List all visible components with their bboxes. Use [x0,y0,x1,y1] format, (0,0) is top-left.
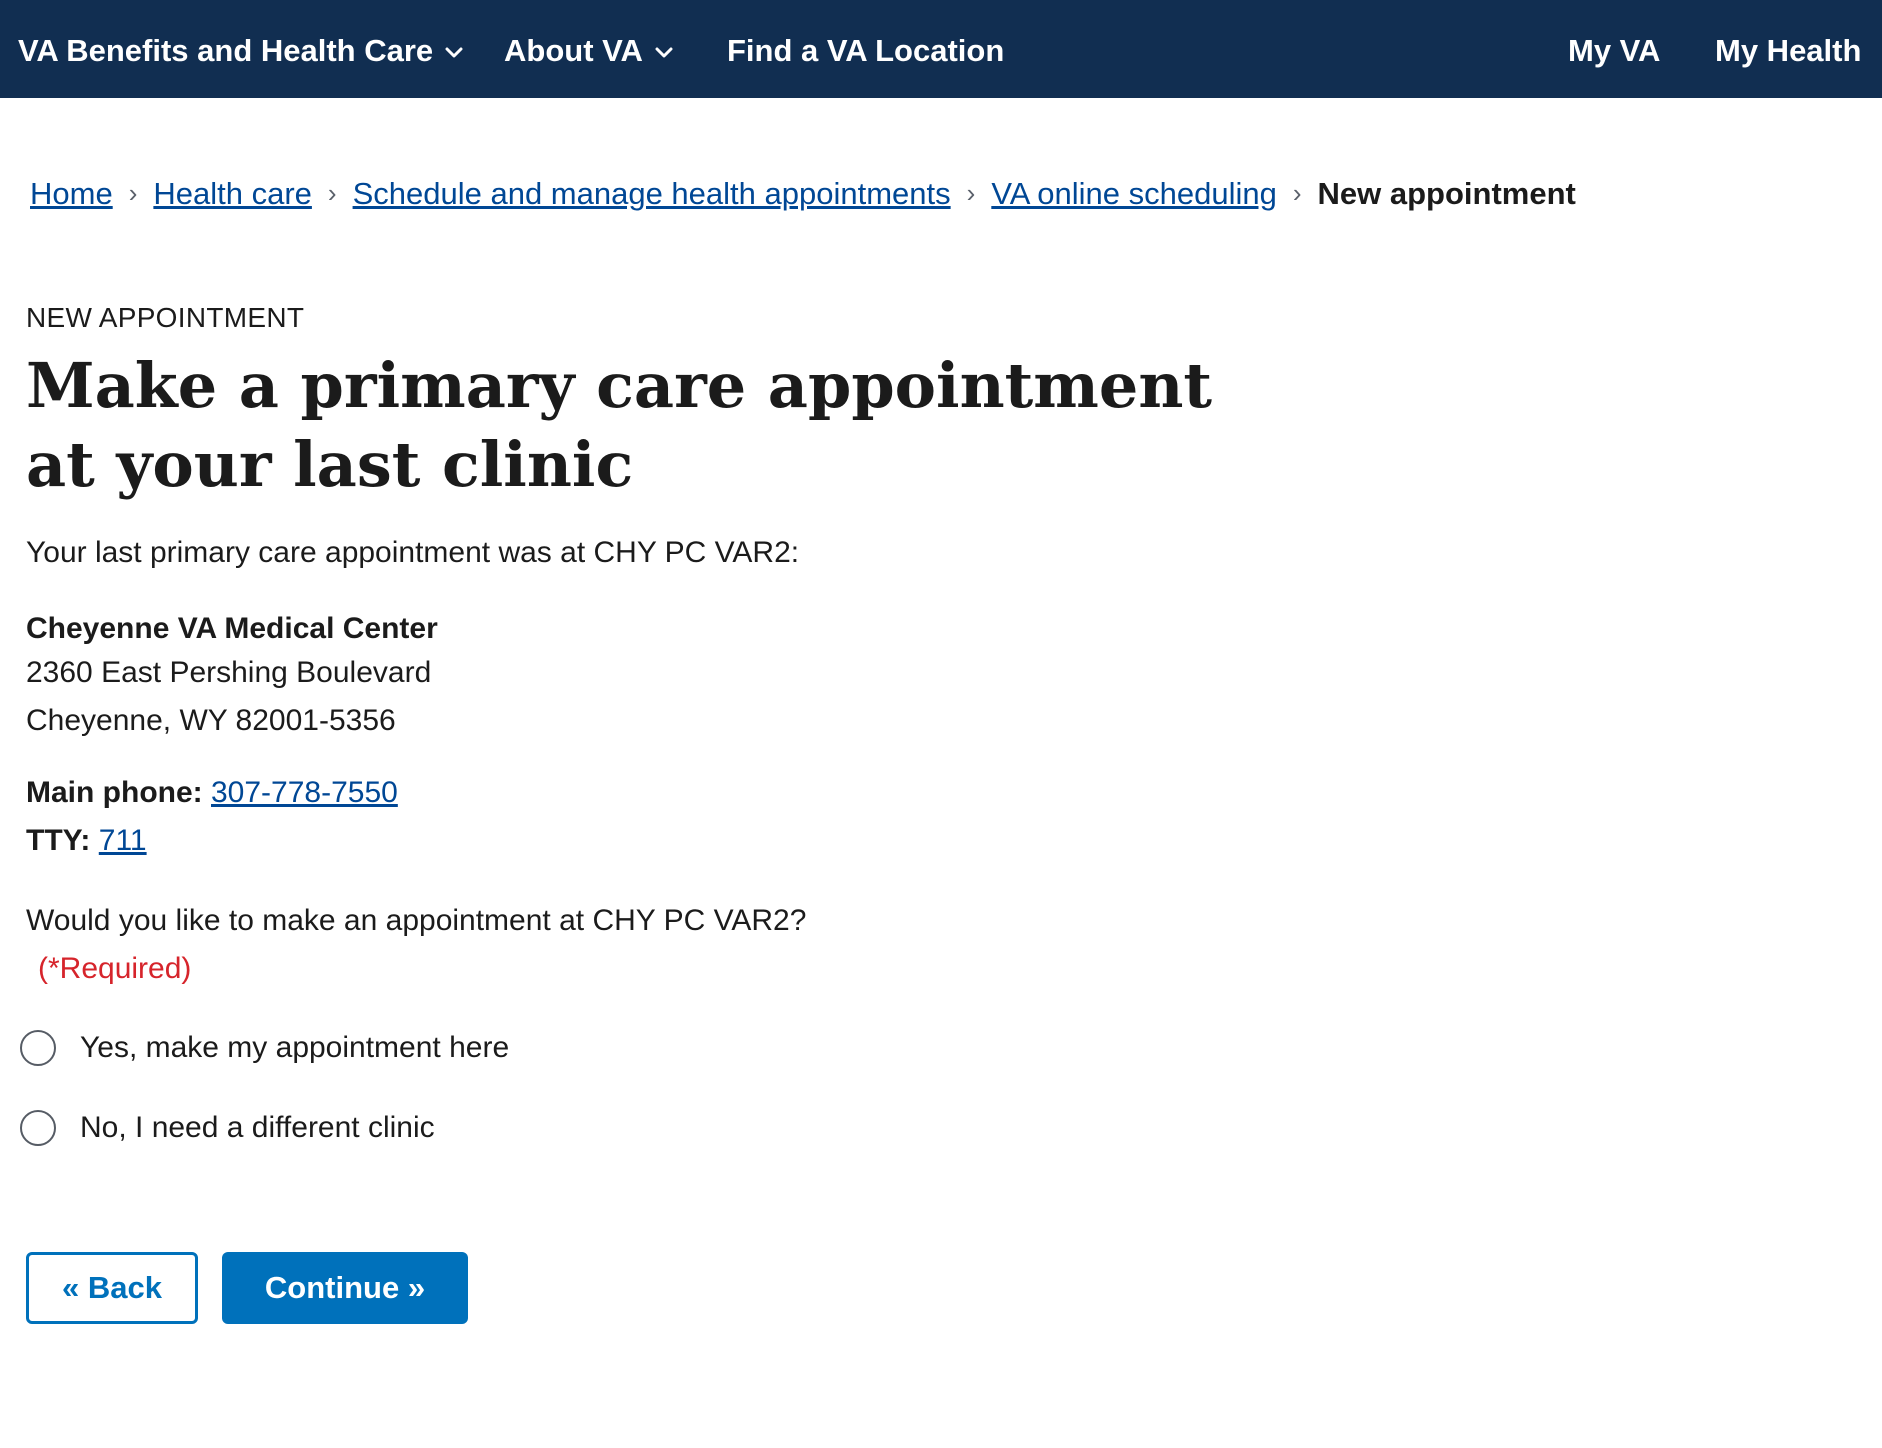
breadcrumb-separator: › [327,178,337,208]
breadcrumb-separator: › [128,178,138,208]
tty-label: TTY: [26,824,91,857]
required-indicator: (*Required) [38,952,192,985]
main-phone-link[interactable]: 307-778-7550 [211,776,398,809]
breadcrumb-schedule[interactable]: Schedule and manage health appointments [353,176,951,211]
nav-my-health[interactable]: My Health [1715,0,1861,98]
radio-circle[interactable] [20,1030,56,1066]
page-eyebrow: NEW APPOINTMENT [26,302,305,333]
facility-address-line1: 2360 East Pershing Boulevard [26,656,432,689]
radio-label-yes: Yes, make my appointment here [80,1031,510,1064]
intro-text: Your last primary care appointment was a… [26,536,800,569]
top-navigation: VA Benefits and Health Care About VA Fin… [0,0,1882,98]
breadcrumb-separator: › [1292,178,1302,208]
main-phone-label: Main phone: [26,776,203,809]
tty-row: TTY: 711 [26,824,147,858]
nav-about-label: About VA [504,33,643,68]
continue-button[interactable]: Continue » [222,1252,468,1324]
tty-link[interactable]: 711 [99,824,147,857]
radio-option-no[interactable]: No, I need a different clinic [20,1106,435,1150]
radio-label-no: No, I need a different clinic [80,1111,435,1144]
facility-address-line2: Cheyenne, WY 82001-5356 [26,704,396,737]
breadcrumb: Home › Health care › Schedule and manage hea… [30,176,1576,212]
breadcrumb-home[interactable]: Home [30,176,113,211]
facility-name: Cheyenne VA Medical Center [26,612,438,645]
page-title: Make a primary care appointment at your … [26,349,1213,501]
nav-find-location[interactable]: Find a VA Location [727,0,1004,98]
radio-circle[interactable] [20,1110,56,1146]
radio-option-yes[interactable]: Yes, make my appointment here [20,1026,509,1070]
breadcrumb-online-scheduling[interactable]: VA online scheduling [991,176,1277,211]
back-button[interactable]: « Back [26,1252,198,1324]
chevron-down-icon [655,47,673,59]
breadcrumb-current: New appointment [1317,176,1576,211]
chevron-down-icon [445,47,463,59]
nav-my-va[interactable]: My VA [1568,0,1660,98]
nav-benefits-menu[interactable]: VA Benefits and Health Care [18,0,463,98]
main-phone-row: Main phone: 307-778-7550 [26,776,398,810]
breadcrumb-health-care[interactable]: Health care [153,176,312,211]
nav-about-menu[interactable]: About VA [504,0,673,98]
nav-benefits-label: VA Benefits and Health Care [18,33,434,68]
question-label: Would you like to make an appointment at… [26,904,807,937]
breadcrumb-separator: › [966,178,976,208]
